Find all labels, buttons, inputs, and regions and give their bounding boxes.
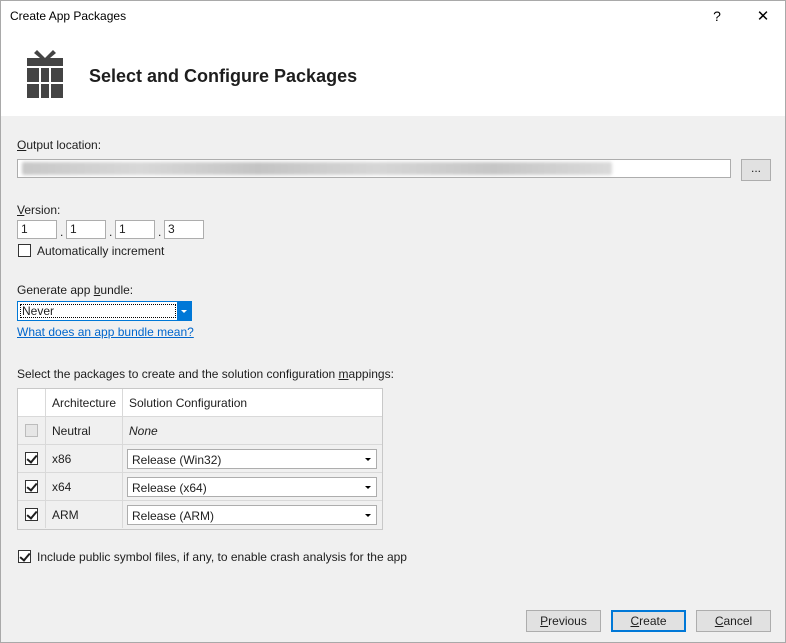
version-separator: . [158,225,162,239]
row-architecture: Neutral [46,417,123,444]
chevron-down-icon [365,458,371,461]
x64-checkbox[interactable] [25,480,38,493]
chevron-down-icon [365,486,371,489]
header-checkbox-cell [18,389,46,416]
auto-increment-label: Automatically increment [37,244,165,258]
previous-button[interactable]: Previous [526,610,601,632]
arm-checkbox[interactable] [25,508,38,521]
version-label: Version: [17,203,61,217]
bundle-help-link[interactable]: What does an app bundle mean? [17,325,194,339]
table-row: x86 Release (Win32) [18,445,382,473]
bundle-dropdown[interactable]: Never [17,301,192,321]
row-configuration-cell: Release (Win32) [123,445,382,472]
row-configuration-cell: Release (x64) [123,473,382,500]
row-checkbox-cell [18,501,46,528]
include-symbols-label: Include public symbol files, if any, to … [37,550,407,564]
version-separator: . [60,225,64,239]
table-header: Architecture Solution Configuration [18,389,382,417]
arm-configuration-dropdown[interactable]: Release (ARM) [127,505,377,525]
packages-table: Architecture Solution Configuration Neut… [17,388,383,530]
neutral-checkbox [25,424,38,437]
dropdown-value: Release (ARM) [132,509,215,523]
row-checkbox-cell [18,417,46,444]
row-architecture: x86 [46,445,123,472]
gift-package-icon [27,50,63,98]
row-configuration-cell: Release (ARM) [123,501,382,528]
dialog-content: Output location: ... Version: 1 . 1 . 1 … [1,116,785,600]
page-title: Select and Configure Packages [89,66,358,86]
create-button[interactable]: Create [611,610,686,632]
row-architecture: x64 [46,473,123,500]
title-bar: Create App Packages ? ✕ [1,1,785,32]
table-row: ARM Release (ARM) [18,501,382,529]
help-button[interactable]: ? [695,1,739,32]
dialog-footer: Previous Create Cancel [1,600,785,642]
row-checkbox-cell [18,473,46,500]
version-revision-input[interactable]: 3 [164,220,204,239]
cancel-button[interactable]: Cancel [696,610,771,632]
x86-checkbox[interactable] [25,452,38,465]
packages-label: Select the packages to create and the so… [17,367,394,381]
row-architecture: ARM [46,501,123,528]
column-header-architecture: Architecture [46,389,123,416]
close-button[interactable]: ✕ [741,1,785,32]
x86-configuration-dropdown[interactable]: Release (Win32) [127,449,377,469]
version-major-input[interactable]: 1 [17,220,57,239]
x64-configuration-dropdown[interactable]: Release (x64) [127,477,377,497]
dropdown-value: Release (x64) [132,481,207,495]
version-separator: . [109,225,113,239]
bundle-selected-value: Never [20,304,176,318]
chevron-down-icon[interactable] [177,302,191,320]
auto-increment-checkbox[interactable] [18,244,31,257]
table-row: Neutral None [18,417,382,445]
version-minor-input[interactable]: 1 [66,220,106,239]
output-location-label: Output location: [17,138,102,152]
column-header-solution-configuration: Solution Configuration [129,396,248,410]
row-checkbox-cell [18,445,46,472]
bundle-label: Generate app bundle: [17,283,134,297]
include-symbols-checkbox[interactable] [18,550,31,563]
wizard-header: Select and Configure Packages [1,32,785,116]
dropdown-value: Release (Win32) [132,453,222,467]
version-build-input[interactable]: 1 [115,220,155,239]
create-app-packages-dialog: Create App Packages ? ✕ Select and Confi… [0,0,786,643]
output-location-input[interactable] [17,159,731,178]
redacted-path [22,162,612,175]
row-configuration: None [129,424,158,438]
chevron-down-icon [365,514,371,517]
browse-button[interactable]: ... [741,159,771,181]
table-row: x64 Release (x64) [18,473,382,501]
window-title: Create App Packages [10,9,127,23]
